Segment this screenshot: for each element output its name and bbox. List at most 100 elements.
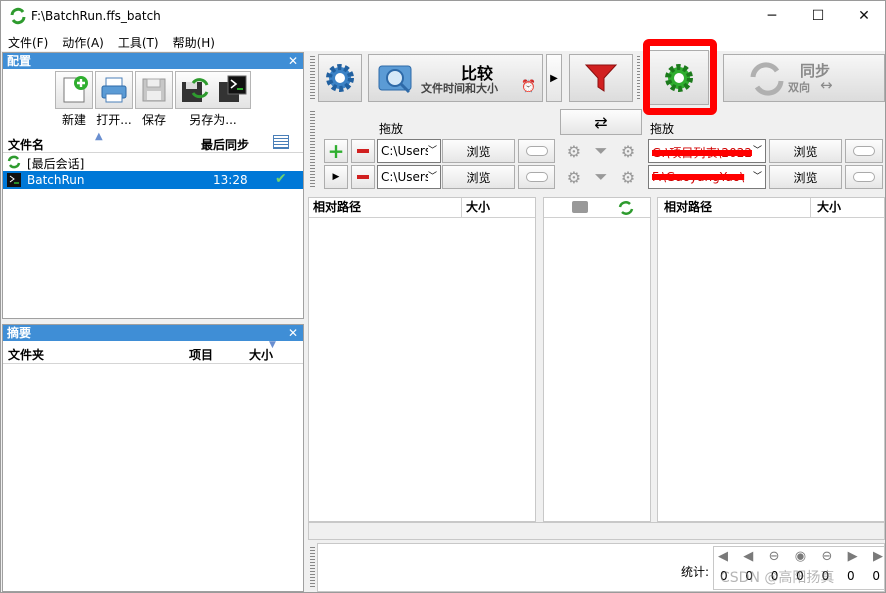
drag-handle[interactable] [310,111,315,189]
list-item[interactable]: BatchRun 13:28 ✔ [3,171,303,189]
sync-button[interactable]: 同步 双向 ↔ [723,54,885,102]
col-folder[interactable]: 文件夹 [8,346,44,363]
cloud-icon [525,146,548,156]
gear-icon[interactable]: ⚙ [621,168,635,187]
col-relative-path[interactable]: 相对路径 [313,198,361,217]
drag-handle[interactable] [310,56,315,100]
drag-handle[interactable] [637,56,640,100]
status-bar [308,522,885,540]
remove-folder-pair-button[interactable] [351,139,375,163]
cloud-left-button[interactable] [518,139,555,163]
save-as-label: 另存为... [189,113,237,127]
filter-button[interactable] [569,54,633,102]
config-name: [最后会话] [27,157,85,171]
add-folder-pair-button[interactable]: + [324,139,348,163]
compare-button[interactable]: 比较 文件时间和大小 ⏰ [368,54,543,102]
menu-action[interactable]: 动作(A) [55,31,111,51]
new-config-button[interactable] [55,71,93,109]
cloud-icon [525,172,548,182]
open-config-button[interactable] [95,71,133,109]
chevron-down-icon[interactable]: ﹀ [428,169,438,182]
sort-down-icon: ▼ [269,340,276,350]
col-items[interactable]: 项目 [189,346,213,363]
chevron-down-icon[interactable]: ﹀ [428,143,438,156]
cloud-left-button[interactable] [518,165,555,189]
right-file-grid[interactable]: 相对路径 大小 [657,197,885,522]
sync-subtitle: 双向 [788,81,810,94]
browse-right-button[interactable]: 浏览 [769,165,842,189]
config-name: BatchRun [27,173,85,187]
save-as-batch-button[interactable] [175,71,251,109]
update-left-icon: ◀ [743,549,754,564]
swap-sides-button[interactable]: ⇄ [560,109,642,135]
filter-icon [584,64,618,92]
filter-icon[interactable]: ⏷ [595,141,608,161]
gear-icon[interactable]: ⚙ [567,168,581,187]
middle-action-grid[interactable] [543,197,651,522]
compare-dropdown-button[interactable]: ▶ [546,54,562,102]
new-config-label: 新建 [61,113,86,127]
left-file-grid[interactable]: 相对路径 大小 [308,197,536,522]
chevron-down-icon[interactable]: ﹀ [753,169,763,182]
col-last-sync[interactable]: 最后同步 [201,136,249,153]
sync-session-icon [7,155,21,169]
menu-help[interactable]: 帮助(H) [166,31,222,51]
filter-icon[interactable]: ⏷ [595,167,608,187]
browse-right-button[interactable]: 浏览 [769,139,842,163]
create-right-icon: ▶ [872,549,883,564]
sync-icon [618,201,634,215]
cloud-icon [853,146,875,156]
summary-panel-title: 摘要 [7,326,32,340]
summary-panel: 摘要 ✕ 文件夹 项目 大小 ▼ [2,324,304,592]
right-folder-input[interactable]: G:\项目列表\2022 [648,139,766,163]
bytes-icon: ◉ [794,549,807,564]
camera-icon[interactable] [572,201,588,213]
gear-icon[interactable]: ⚙ [621,142,635,161]
save-disk-icon [142,78,166,102]
window-title: F:\BatchRun.ffs_batch [31,9,161,23]
save-config-label: 保存 [141,113,166,127]
open-config-label: 打开... [96,113,132,127]
col-size[interactable]: 大小 [461,198,490,217]
config-panel-close-icon[interactable]: ✕ [288,53,298,69]
save-as-icon [181,78,208,102]
right-folder-input[interactable]: F:\GaoyangYao\ [648,165,766,189]
col-filename[interactable]: 文件名 [8,136,44,153]
save-config-button[interactable] [135,71,173,109]
cloud-right-button[interactable] [845,139,883,163]
pair-settings-row: ⚙ ⏷ ⚙ [560,139,642,163]
col-relative-path[interactable]: 相对路径 [664,198,712,217]
expand-pair-button[interactable]: ▶ [324,165,348,189]
summary-panel-close-icon[interactable]: ✕ [288,325,298,341]
menu-bar: 文件(F) 动作(A) 工具(T) 帮助(H) [1,31,885,51]
remove-folder-pair-button[interactable] [351,165,375,189]
title-bar: F:\BatchRun.ffs_batch ─ ☐ ✕ [1,1,885,31]
list-item[interactable]: [最后会话] [3,153,303,171]
batch-file-icon [218,75,246,102]
close-button[interactable]: ✕ [841,1,886,31]
menu-file[interactable]: 文件(F) [1,31,55,51]
cloud-right-button[interactable] [845,165,883,189]
batch-file-icon [7,173,21,187]
compare-settings-button[interactable] [318,54,362,102]
menu-tools[interactable]: 工具(T) [111,31,166,51]
list-view-icon[interactable] [273,135,289,149]
drop-label-right: 拖放 [650,122,675,136]
watermark: CSDN @高阳扬真 [720,570,835,586]
summary-list-header: 文件夹 项目 大小 ▼ [3,340,303,364]
highlight-box [643,39,717,115]
browse-left-button[interactable]: 浏览 [442,139,515,163]
config-last-sync: 13:28 [213,173,248,187]
sync-icon [750,62,784,96]
drag-handle[interactable] [310,547,315,589]
gear-icon[interactable]: ⚙ [567,142,581,161]
stats-panel: ◀ ◀ ⊖ ◉ ⊖ ▶ ▶ 0 0 0 0 0 0 0 CSDN @高阳扬真 [713,546,885,590]
browse-left-button[interactable]: 浏览 [442,165,515,189]
chevron-down-icon[interactable]: ﹀ [753,143,763,156]
config-panel-title: 配置 [7,54,32,68]
left-grid-header: 相对路径 大小 [309,198,535,218]
maximize-button[interactable]: ☐ [795,1,841,31]
middle-grid-header [544,198,650,218]
minimize-button[interactable]: ─ [749,1,795,31]
col-size[interactable]: 大小 [810,198,841,217]
